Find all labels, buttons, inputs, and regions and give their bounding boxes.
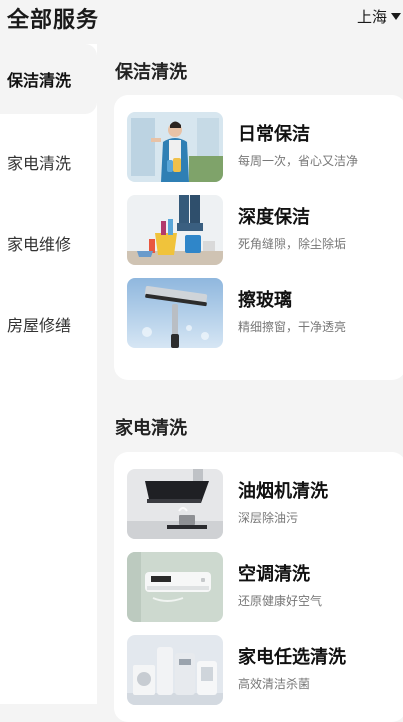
sidebar-item-home-repair[interactable]: 房屋修缮	[0, 289, 97, 359]
cleaning-staff-photo	[127, 112, 223, 182]
service-description: 还原健康好空气	[238, 594, 323, 608]
caret-down-icon	[391, 13, 401, 20]
service-name: 擦玻璃	[238, 290, 292, 311]
service-window-cleaning[interactable]: 擦玻璃 精细擦窗，干净透亮	[127, 278, 399, 350]
service-name: 深度保洁	[238, 207, 310, 228]
service-name: 日常保洁	[238, 124, 310, 145]
service-deep-cleaning[interactable]: 深度保洁 死角缝隙，除尘除垢	[127, 195, 399, 267]
sidebar-item-appliance-repair[interactable]: 家电维修	[0, 208, 97, 278]
service-daily-cleaning[interactable]: 日常保洁 每周一次，省心又洁净	[127, 112, 399, 184]
air-conditioner-photo	[127, 552, 223, 622]
appliances-photo	[127, 635, 223, 705]
service-description: 精细擦窗，干净透亮	[238, 320, 347, 334]
section-title: 保洁清洗	[115, 62, 187, 83]
section-title: 家电清洗	[115, 418, 187, 439]
sidebar-item-cleaning[interactable]: 保洁清洗	[0, 44, 97, 114]
service-description: 每周一次，省心又洁净	[238, 154, 359, 168]
service-list: 保洁清洗 日常保洁 每周一次，省心又洁净 深度保洁 死角缝隙，除尘除垢 擦玻璃 …	[97, 44, 403, 722]
service-aircon-cleaning[interactable]: 空调清洗 还原健康好空气	[127, 552, 399, 624]
city-selector[interactable]: 上海	[357, 6, 401, 27]
city-label: 上海	[356, 8, 387, 26]
service-card-cleaning: 日常保洁 每周一次，省心又洁净 深度保洁 死角缝隙，除尘除垢 擦玻璃 精细擦窗，…	[114, 95, 403, 380]
sidebar-item-label: 家电清洗	[7, 154, 72, 173]
category-sidebar: 保洁清洗 家电清洗 家电维修 房屋修缮	[0, 44, 97, 704]
service-description: 高效清洁杀菌	[238, 677, 311, 691]
range-hood-photo	[127, 469, 223, 539]
service-range-hood-cleaning[interactable]: 油烟机清洗 深层除油污	[127, 469, 399, 541]
top-bar: 全部服务 上海	[0, 0, 403, 44]
service-description: 深层除油污	[238, 511, 299, 525]
service-description: 死角缝隙，除尘除垢	[238, 237, 347, 251]
page-title: 全部服务	[7, 8, 100, 33]
service-name: 家电任选清洗	[238, 647, 346, 668]
service-card-appliance: 油烟机清洗 深层除油污 空调清洗 还原健康好空气 家电任选清洗 高效清洁杀菌	[114, 452, 403, 722]
sidebar-item-appliance-cleaning[interactable]: 家电清洗	[0, 127, 97, 197]
window-squeegee-photo	[127, 278, 223, 348]
sidebar-item-label: 家电维修	[7, 235, 72, 254]
sidebar-item-label: 房屋修缮	[7, 316, 72, 335]
sidebar-item-label: 保洁清洗	[7, 71, 72, 90]
service-appliance-optional-cleaning[interactable]: 家电任选清洗 高效清洁杀菌	[127, 635, 399, 707]
cleaning-tools-photo	[127, 195, 223, 265]
service-name: 油烟机清洗	[238, 481, 328, 502]
service-name: 空调清洗	[238, 564, 310, 585]
